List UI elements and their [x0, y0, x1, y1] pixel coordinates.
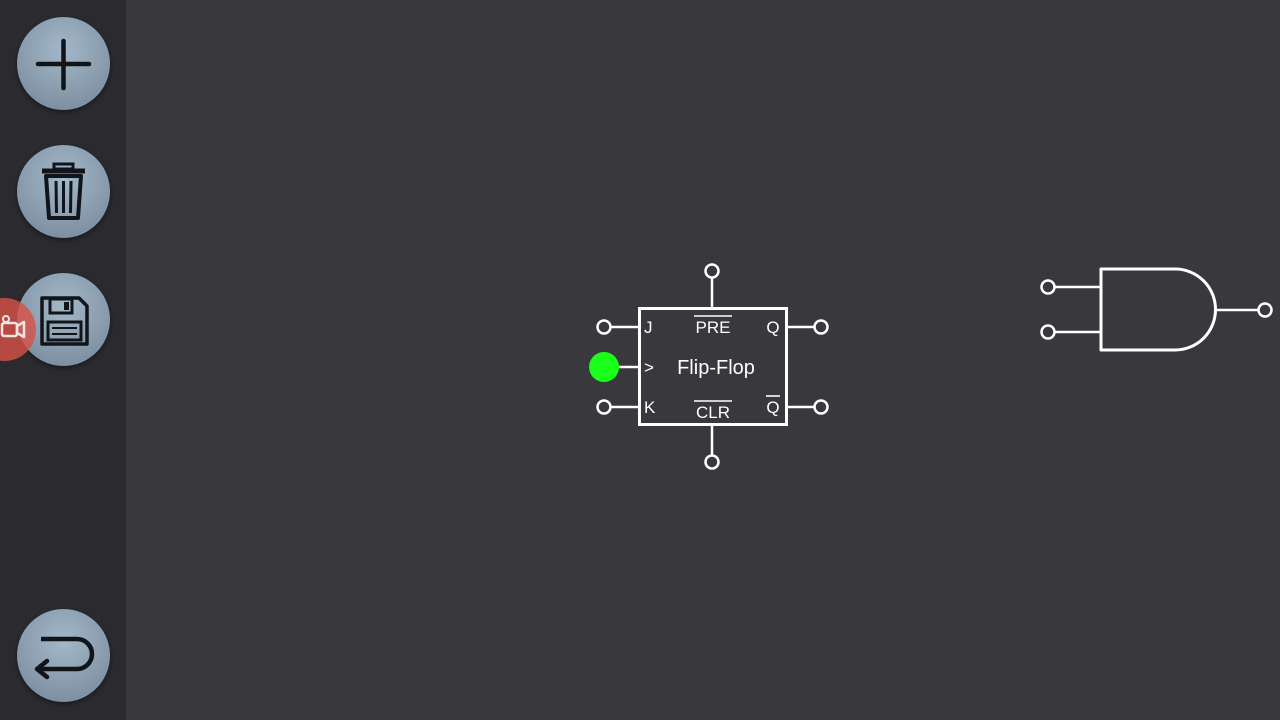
label-clear: CLR — [696, 403, 730, 422]
label-k: K — [644, 398, 656, 417]
flip-flop-title: Flip-Flop — [677, 357, 755, 379]
jk-flip-flop[interactable]: J > K PRE CLR Q Q Flip-Flop — [589, 263, 829, 470]
logic-simulator-app: J > K PRE CLR Q Q Flip-Flop — [0, 0, 1280, 720]
undo-arrow-icon — [34, 636, 95, 680]
and-pin-input-b[interactable] — [1040, 324, 1056, 340]
and-gate-body[interactable] — [1099, 267, 1217, 352]
label-q: Q — [766, 318, 779, 337]
label-q-bar: Q — [766, 398, 779, 417]
pin-preset-input[interactable] — [704, 263, 720, 279]
circuit-diagram: J > K PRE CLR Q Q Flip-Flop — [589, 263, 1273, 470]
plus-icon — [35, 38, 92, 91]
undo-button[interactable] — [17, 609, 110, 702]
label-clock: > — [644, 358, 654, 377]
trash-icon — [42, 162, 85, 220]
circuit-canvas[interactable]: J > K PRE CLR Q Q Flip-Flop — [126, 0, 1280, 720]
add-component-button[interactable] — [17, 17, 110, 110]
label-j: J — [644, 318, 653, 337]
pin-q-output[interactable] — [813, 319, 829, 335]
and-pin-input-a[interactable] — [1040, 279, 1056, 295]
delete-button[interactable] — [17, 145, 110, 238]
pin-k-input[interactable] — [596, 399, 612, 415]
video-camera-icon — [0, 315, 26, 339]
label-preset: PRE — [696, 318, 731, 337]
pin-q-bar-output[interactable] — [813, 399, 829, 415]
and-pin-output[interactable] — [1257, 302, 1273, 318]
and-gate-icon[interactable] — [1040, 267, 1273, 352]
screen-record-bubble[interactable] — [0, 298, 36, 361]
pin-clear-input[interactable] — [704, 454, 720, 470]
pin-j-input[interactable] — [596, 319, 612, 335]
pin-clock-input-active[interactable] — [589, 352, 619, 382]
